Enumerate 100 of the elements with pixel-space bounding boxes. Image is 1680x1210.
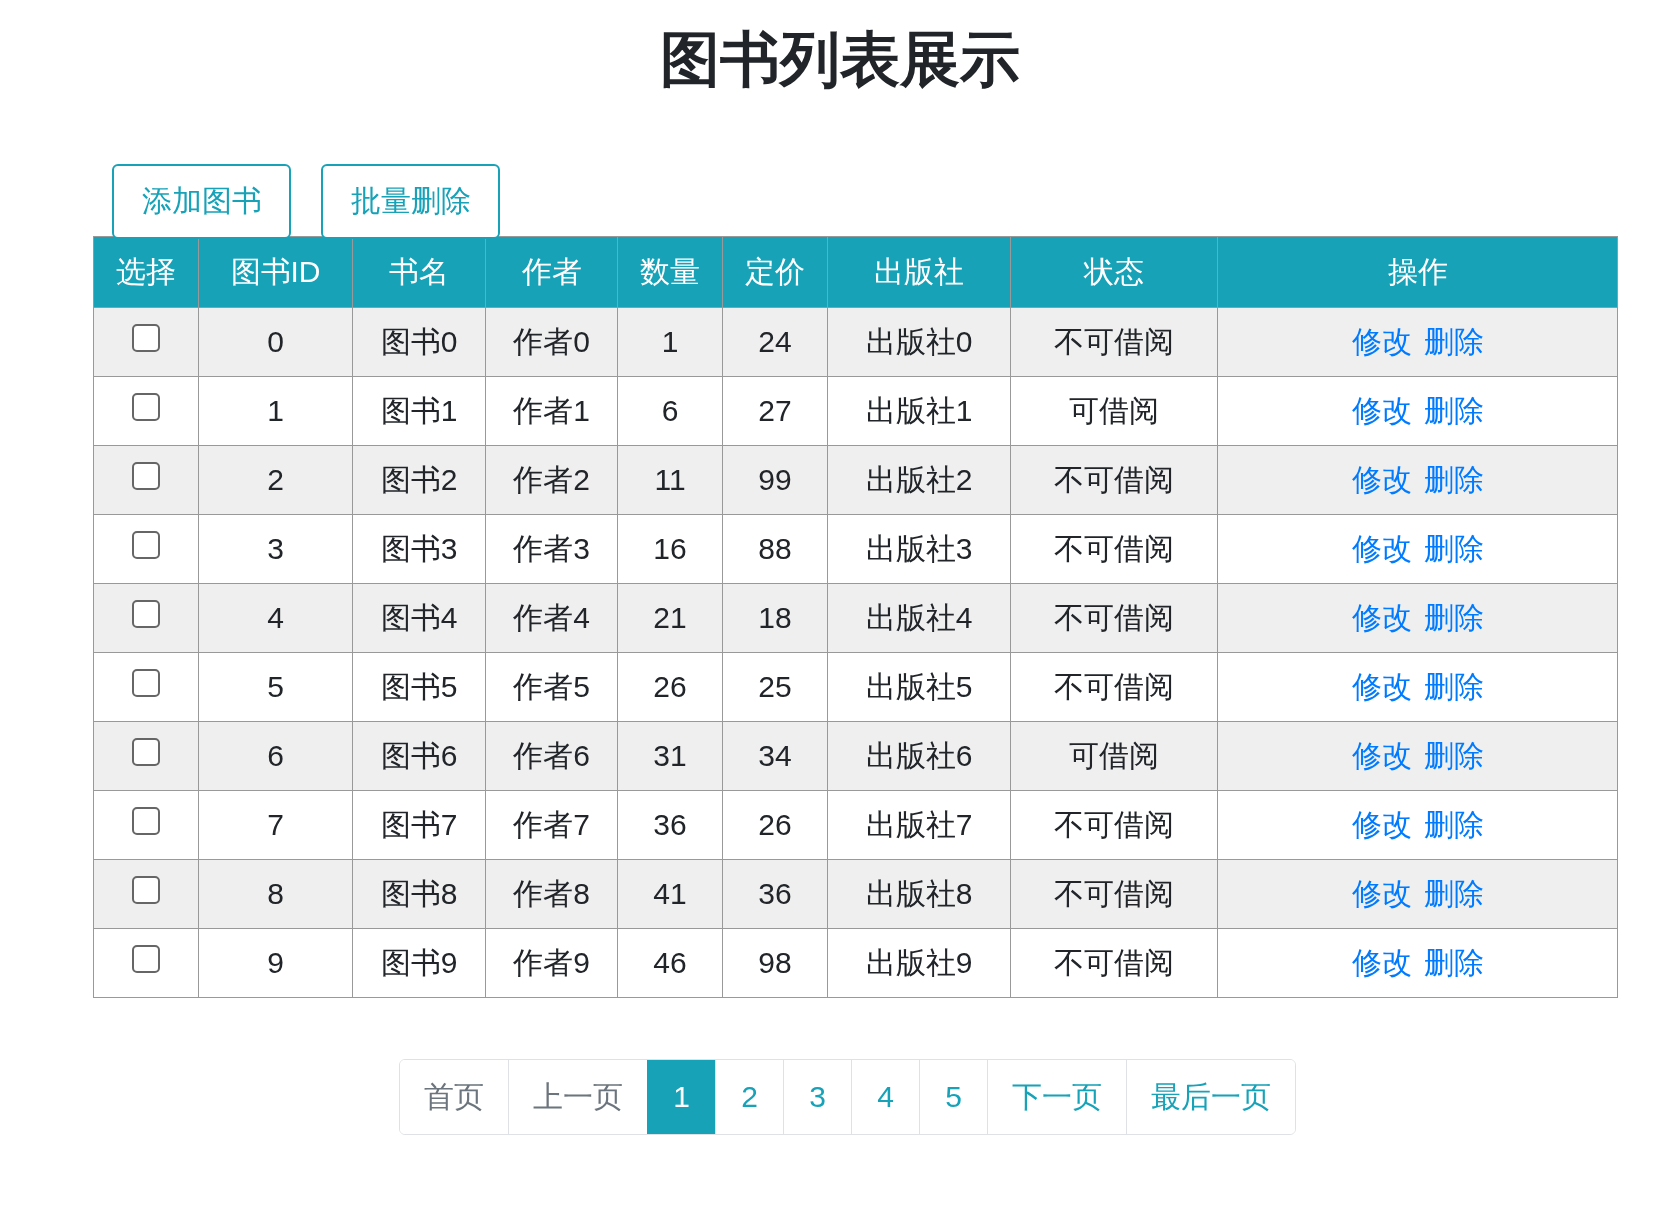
table-cell: 可借阅 (1010, 376, 1218, 446)
batch-delete-button[interactable]: 批量删除 (321, 164, 500, 239)
column-header: 数量 (617, 236, 723, 308)
page-button[interactable]: 1 (647, 1060, 715, 1134)
table-cell: 6 (198, 721, 353, 791)
checkbox[interactable] (132, 669, 160, 698)
table-cell: 图书9 (352, 928, 486, 998)
table-cell: 作者4 (485, 583, 618, 653)
edit-link[interactable]: 修改 (1351, 531, 1412, 565)
table-cell: 34 (722, 721, 828, 791)
column-header: 状态 (1010, 236, 1218, 308)
table-cell: 16 (617, 514, 723, 584)
table-cell: 图书7 (352, 790, 486, 860)
table-cell: 27 (722, 376, 828, 446)
table-cell: 不可借阅 (1010, 514, 1218, 584)
delete-link[interactable]: 删除 (1423, 600, 1484, 634)
table-cell: 可借阅 (1010, 721, 1218, 791)
checkbox[interactable] (132, 393, 160, 422)
delete-link[interactable]: 删除 (1423, 669, 1484, 703)
table-cell: 26 (617, 652, 723, 722)
delete-link[interactable]: 删除 (1423, 945, 1484, 979)
table-cell: 88 (722, 514, 828, 584)
delete-link[interactable]: 删除 (1423, 324, 1484, 358)
table-cell: 98 (722, 928, 828, 998)
edit-link[interactable]: 修改 (1351, 600, 1412, 634)
table-cell: 不可借阅 (1010, 445, 1218, 515)
delete-link[interactable]: 删除 (1423, 393, 1484, 427)
table-cell: 24 (722, 307, 828, 377)
checkbox[interactable] (132, 324, 160, 353)
table-cell: 出版社1 (827, 376, 1011, 446)
table-cell: 18 (722, 583, 828, 653)
table-cell: 图书5 (352, 652, 486, 722)
table-cell: 出版社2 (827, 445, 1011, 515)
table-cell: 6 (617, 376, 723, 446)
delete-link[interactable]: 删除 (1423, 738, 1484, 772)
table-cell: 出版社8 (827, 859, 1011, 929)
table-cell: 25 (722, 652, 828, 722)
column-header: 书名 (352, 236, 486, 308)
table-cell: 2 (198, 445, 353, 515)
delete-link[interactable]: 删除 (1423, 876, 1484, 910)
checkbox[interactable] (132, 807, 160, 836)
table-cell: 11 (617, 445, 723, 515)
table-cell: 作者3 (485, 514, 618, 584)
table-cell: 图书1 (352, 376, 486, 446)
table-cell: 出版社3 (827, 514, 1011, 584)
table-cell: 21 (617, 583, 723, 653)
table-cell: 作者6 (485, 721, 618, 791)
checkbox[interactable] (132, 462, 160, 491)
delete-link[interactable]: 删除 (1423, 807, 1484, 841)
edit-link[interactable]: 修改 (1351, 669, 1412, 703)
table-cell: 5 (198, 652, 353, 722)
column-header: 作者 (485, 236, 618, 308)
table-cell: 出版社5 (827, 652, 1011, 722)
table-cell: 出版社6 (827, 721, 1011, 791)
table-cell: 图书0 (352, 307, 486, 377)
table-cell: 4 (198, 583, 353, 653)
column-header: 选择 (93, 236, 199, 308)
table-cell: 图书6 (352, 721, 486, 791)
table-cell: 99 (722, 445, 828, 515)
table-cell: 1 (617, 307, 723, 377)
edit-link[interactable]: 修改 (1351, 738, 1412, 772)
table-cell: 1 (198, 376, 353, 446)
table-cell: 9 (198, 928, 353, 998)
edit-link[interactable]: 修改 (1351, 807, 1412, 841)
column-header: 图书ID (198, 236, 353, 308)
table-cell: 出版社4 (827, 583, 1011, 653)
pagination-button[interactable]: 最后一页 (1126, 1060, 1295, 1134)
checkbox[interactable] (132, 876, 160, 905)
table-cell: 图书3 (352, 514, 486, 584)
column-header: 操作 (1217, 236, 1618, 308)
table-cell: 不可借阅 (1010, 859, 1218, 929)
table-cell: 3 (198, 514, 353, 584)
table-cell: 出版社9 (827, 928, 1011, 998)
table-cell: 不可借阅 (1010, 307, 1218, 377)
table-cell: 作者8 (485, 859, 618, 929)
table-cell: 41 (617, 859, 723, 929)
table-cell: 8 (198, 859, 353, 929)
table-cell: 作者0 (485, 307, 618, 377)
table-cell: 不可借阅 (1010, 790, 1218, 860)
table-cell: 作者9 (485, 928, 618, 998)
delete-link[interactable]: 删除 (1423, 462, 1484, 496)
checkbox[interactable] (132, 600, 160, 629)
edit-link[interactable]: 修改 (1351, 393, 1412, 427)
table-cell: 出版社7 (827, 790, 1011, 860)
table-cell: 0 (198, 307, 353, 377)
edit-link[interactable]: 修改 (1351, 462, 1412, 496)
table-cell: 7 (198, 790, 353, 860)
add-book-button[interactable]: 添加图书 (112, 164, 291, 239)
edit-link[interactable]: 修改 (1351, 945, 1412, 979)
checkbox[interactable] (132, 945, 160, 974)
delete-link[interactable]: 删除 (1423, 531, 1484, 565)
column-header: 定价 (722, 236, 828, 308)
table-cell: 图书2 (352, 445, 486, 515)
table-cell: 图书4 (352, 583, 486, 653)
edit-link[interactable]: 修改 (1351, 324, 1412, 358)
table-cell: 作者1 (485, 376, 618, 446)
checkbox[interactable] (132, 531, 160, 560)
checkbox[interactable] (132, 738, 160, 767)
table-cell: 36 (722, 859, 828, 929)
edit-link[interactable]: 修改 (1351, 876, 1412, 910)
